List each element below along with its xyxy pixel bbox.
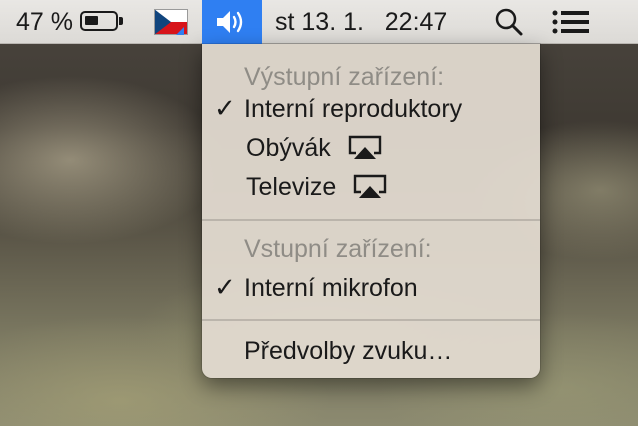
airplay-icon — [348, 135, 381, 159]
menubar-clock[interactable]: st 13. 1. 22:47 — [275, 0, 447, 44]
list-icon — [552, 10, 589, 34]
menu-item-label: Interní mikrofon — [244, 273, 418, 302]
input-devices-header: Vstupní zařízení: — [202, 230, 540, 268]
menu-separator — [202, 219, 540, 221]
battery-terminal — [119, 17, 123, 25]
battery-icon[interactable] — [80, 0, 126, 44]
czech-flag-icon[interactable] — [154, 0, 190, 44]
menu-separator — [202, 319, 540, 321]
menu-item-interni-mikrofon[interactable]: ✓ Interní mikrofon — [202, 269, 540, 307]
czech-flag-graphic — [154, 9, 188, 35]
volume-dropdown-menu: Výstupní zařízení: ✓ Interní reproduktor… — [202, 44, 540, 378]
input-devices-header-label: Vstupní zařízení: — [244, 234, 432, 263]
output-devices-header-label: Výstupní zařízení: — [244, 62, 445, 91]
notification-center-icon[interactable] — [552, 0, 592, 44]
speaker-volume-icon — [217, 11, 243, 33]
checkmark-icon: ✓ — [214, 273, 236, 303]
menu-item-label: Televize — [246, 172, 337, 201]
menu-item-televize[interactable]: Televize — [202, 168, 540, 206]
magnifier-icon — [495, 8, 523, 36]
menu-item-obyvak[interactable]: Obývák — [202, 129, 540, 167]
volume-menu-button[interactable] — [202, 0, 262, 44]
battery-percentage[interactable]: 47 % — [16, 0, 73, 44]
menu-bar: 47 % st 13. 1. 22:47 — [0, 0, 638, 44]
battery-body — [80, 11, 118, 31]
menu-item-label: Obývák — [246, 133, 331, 162]
battery-level-fill — [85, 16, 98, 25]
airplay-icon — [354, 174, 387, 198]
menu-item-interni-reproduktory[interactable]: ✓ Interní reproduktory — [202, 90, 540, 128]
menu-item-label: Interní reproduktory — [244, 94, 463, 123]
checkmark-icon: ✓ — [214, 94, 236, 124]
spotlight-search-icon[interactable] — [494, 0, 528, 44]
menu-item-label: Předvolby zvuku… — [244, 336, 453, 365]
menu-item-sound-preferences[interactable]: Předvolby zvuku… — [202, 332, 540, 370]
